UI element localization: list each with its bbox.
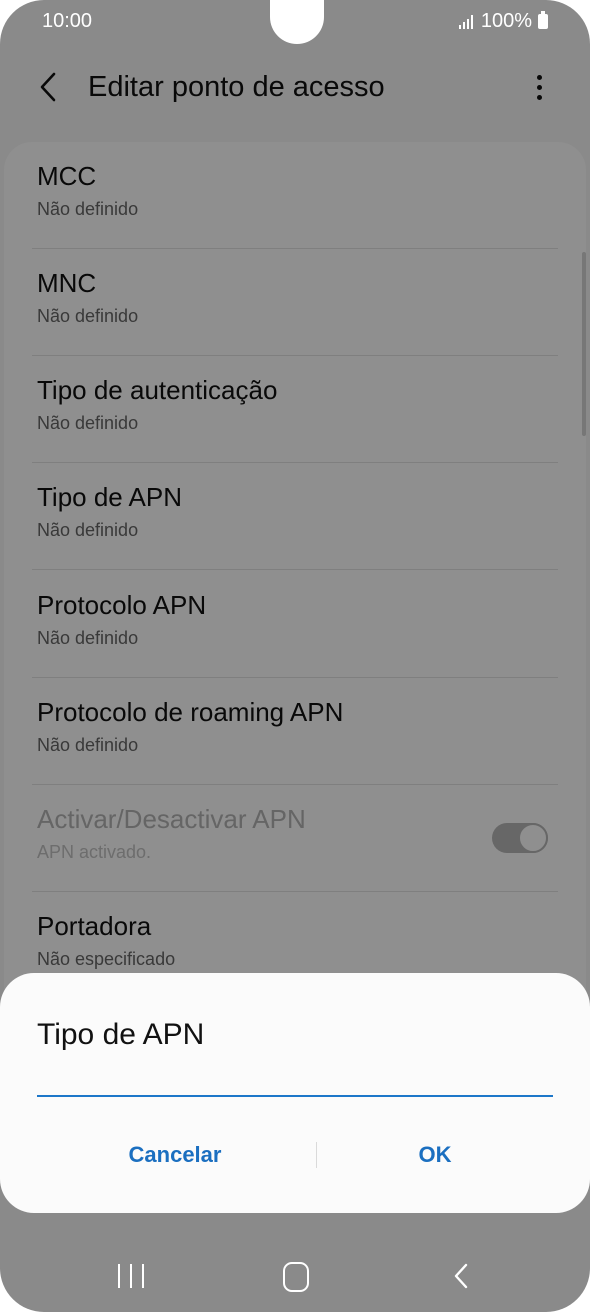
battery-percentage: 100% [480, 10, 532, 32]
nav-back-icon[interactable] [450, 1262, 472, 1290]
apn-type-input[interactable] [37, 1063, 553, 1097]
status-indicators: 100% [458, 10, 548, 33]
status-time: 10:00 [42, 10, 93, 32]
nav-back-chevron [454, 1263, 468, 1289]
signal-icon [458, 14, 473, 29]
ok-button[interactable]: OK [318, 1133, 552, 1177]
recent-apps-icon[interactable] [118, 1264, 144, 1288]
button-divider [316, 1142, 317, 1168]
dialog-title: Tipo de APN [37, 1018, 205, 1051]
navigation-bar [0, 1240, 590, 1312]
apn-type-dialog: Tipo de APN Cancelar OK [0, 973, 590, 1213]
home-icon[interactable] [283, 1262, 309, 1292]
cancel-button[interactable]: Cancelar [40, 1133, 310, 1177]
battery-icon [538, 11, 548, 29]
phone-screen: MCC Não definido MNC Não definido Tipo d… [0, 0, 590, 1312]
